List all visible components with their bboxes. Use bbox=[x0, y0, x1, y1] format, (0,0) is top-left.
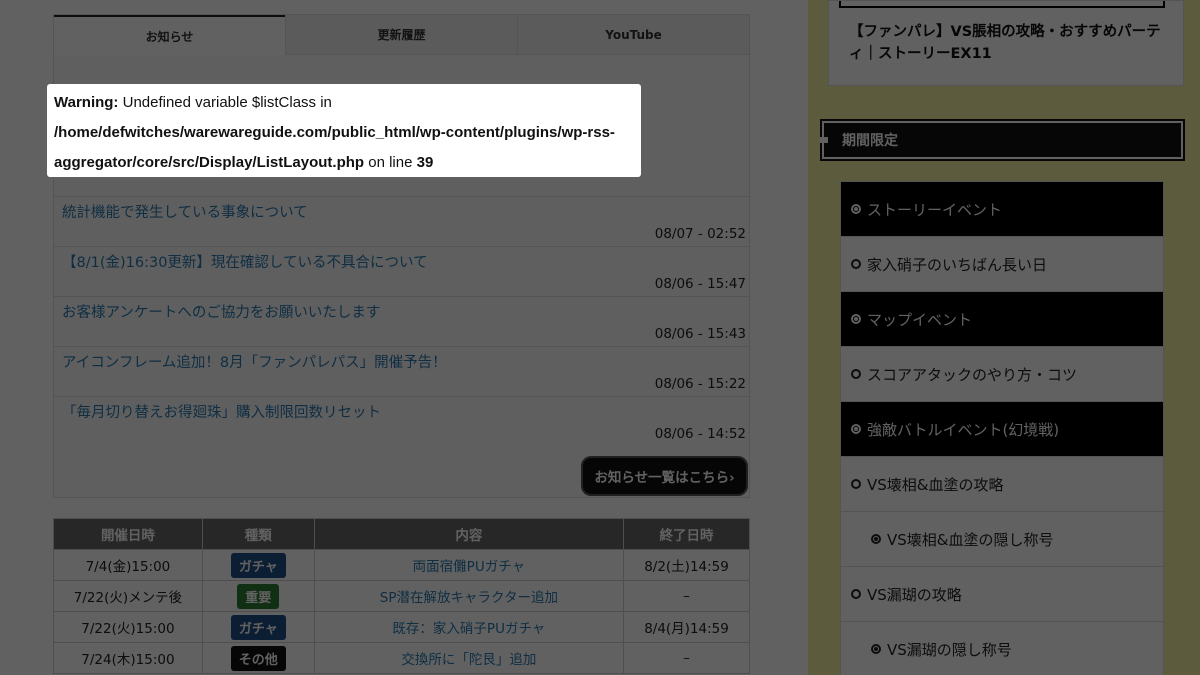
sidebar: 【ファンパレ】VS脹相の攻略・おすすめパーティ｜ストーリーEX11 期間限定 ス… bbox=[808, 0, 1200, 675]
event-type-cell: ガチャ bbox=[201, 549, 315, 581]
event-start: 7/4(金)15:00 bbox=[53, 549, 203, 581]
menu-label: VS壊相&血塗の隠し称号 bbox=[887, 530, 1054, 549]
news-title[interactable]: お客様アンケートへのご協力をお願いいたします bbox=[62, 301, 380, 322]
section-heading: 期間限定 bbox=[820, 119, 1185, 161]
menu-label: ストーリーイベント bbox=[867, 200, 1003, 219]
menu-label: 強敵バトルイベント(幻境戦) bbox=[867, 420, 1060, 439]
event-type-cell: ガチャ bbox=[201, 611, 315, 643]
event-end: – bbox=[623, 642, 750, 674]
menu-label: VS漏瑚の隠し称号 bbox=[887, 640, 1012, 659]
tab-bar: お知らせ 更新履歴 YouTube bbox=[54, 15, 749, 55]
event-type-cell: 重要 bbox=[201, 580, 315, 612]
php-warning-box: Warning: Undefined variable $listClass i… bbox=[47, 84, 641, 177]
tab-update-history[interactable]: 更新履歴 bbox=[285, 15, 517, 55]
warning-message: Undefined variable $listClass in bbox=[118, 94, 332, 111]
bullet-icon bbox=[851, 424, 861, 434]
circle-icon bbox=[851, 369, 861, 379]
event-start: 7/22(火)15:00 bbox=[53, 611, 203, 643]
event-end: 8/2(土)14:59 bbox=[623, 549, 750, 581]
article-thumbnail-frame bbox=[839, 1, 1165, 8]
event-type-cell: その他 bbox=[201, 642, 315, 674]
circle-icon bbox=[851, 259, 861, 269]
circle-icon bbox=[851, 589, 861, 599]
news-item[interactable]: 【8/1(金)16:30更新】現在確認している不具合について 08/06 - 1… bbox=[54, 246, 749, 296]
bullet-icon bbox=[851, 204, 861, 214]
menu-item[interactable]: VS壊相&血塗の攻略 bbox=[841, 457, 1163, 512]
event-content-link[interactable]: 両面宿儺PUガチャ bbox=[313, 549, 625, 581]
event-content-link[interactable]: SP潜在解放キャラクター追加 bbox=[313, 580, 625, 612]
table-header-row: 開催日時 種類 内容 終了日時 bbox=[53, 518, 750, 550]
news-date: 08/06 - 15:43 bbox=[654, 326, 746, 342]
menu-item[interactable]: VS漏瑚の攻略 bbox=[841, 567, 1163, 622]
menu-label: 家入硝子のいちばん長い日 bbox=[867, 255, 1048, 274]
table-row: 7/4(金)15:00 ガチャ 両面宿儺PUガチャ 8/2(土)14:59 bbox=[53, 549, 750, 581]
event-type-badge: その他 bbox=[230, 645, 286, 671]
event-type-badge: ガチャ bbox=[230, 614, 286, 640]
menu-label: マップイベント bbox=[867, 310, 973, 329]
menu-subitem[interactable]: VS壊相&血塗の隠し称号 bbox=[841, 512, 1163, 567]
target-icon bbox=[871, 644, 881, 654]
event-start: 7/22(火)メンテ後 bbox=[53, 580, 203, 612]
column-header: 内容 bbox=[313, 518, 625, 550]
event-table: 開催日時 種類 内容 終了日時 7/4(金)15:00 ガチャ 両面宿儺PUガチ… bbox=[53, 518, 750, 674]
news-more-button[interactable]: お知らせ一覧はこちら› bbox=[583, 458, 746, 494]
news-title[interactable]: 統計機能で発生している事象について bbox=[62, 201, 308, 222]
menu-label: VS壊相&血塗の攻略 bbox=[867, 475, 1004, 494]
limited-menu: ストーリーイベント 家入硝子のいちばん長い日 マップイベント スコアアタックのや… bbox=[840, 181, 1164, 675]
event-end: – bbox=[623, 580, 750, 612]
column-header: 開催日時 bbox=[53, 518, 203, 550]
news-item[interactable]: 統計機能で発生している事象について 08/07 - 02:52 bbox=[54, 196, 749, 246]
menu-label: VS漏瑚の攻略 bbox=[867, 585, 962, 604]
news-list: 統計機能で発生している事象について 08/07 - 02:52 【8/1(金)1… bbox=[54, 196, 749, 446]
warning-line-number: 39 bbox=[416, 154, 434, 171]
tab-youtube[interactable]: YouTube bbox=[517, 15, 749, 55]
menu-item[interactable]: スコアアタックのやり方・コツ bbox=[841, 347, 1163, 402]
heading-marker-icon bbox=[820, 137, 828, 143]
menu-category[interactable]: ストーリーイベント bbox=[841, 182, 1163, 237]
event-content-link[interactable]: 既存：家入硝子PUガチャ bbox=[313, 611, 625, 643]
event-start: 7/24(木)15:00 bbox=[53, 642, 203, 674]
menu-category[interactable]: 強敵バトルイベント(幻境戦) bbox=[841, 402, 1163, 457]
column-header: 種類 bbox=[201, 518, 315, 550]
menu-label: スコアアタックのやり方・コツ bbox=[867, 365, 1078, 384]
section-title: 期間限定 bbox=[842, 133, 898, 149]
menu-subitem[interactable]: VS漏瑚の隠し称号 bbox=[841, 622, 1163, 675]
news-date: 08/07 - 02:52 bbox=[654, 226, 746, 242]
news-title[interactable]: アイコンフレーム追加！8月「ファンパレパス」開催予告！ bbox=[62, 351, 447, 372]
table-row: 7/22(火)15:00 ガチャ 既存：家入硝子PUガチャ 8/4(月)14:5… bbox=[53, 611, 750, 643]
column-header: 終了日時 bbox=[623, 518, 750, 550]
warning-path: /home/defwitches/warewareguide.com/publi… bbox=[54, 124, 615, 171]
news-item[interactable]: お客様アンケートへのご協力をお願いいたします 08/06 - 15:43 bbox=[54, 296, 749, 346]
news-title[interactable]: 【8/1(金)16:30更新】現在確認している不具合について bbox=[62, 251, 428, 272]
bullet-icon bbox=[851, 314, 861, 324]
news-title[interactable]: 「毎月切り替えお得廻珠」購入制限回数リセット bbox=[62, 401, 381, 422]
event-type-badge: 重要 bbox=[237, 583, 280, 609]
warning-on-line: on line bbox=[364, 154, 417, 171]
target-icon bbox=[871, 534, 881, 544]
circle-icon bbox=[851, 479, 861, 489]
menu-category[interactable]: マップイベント bbox=[841, 292, 1163, 347]
sidebar-article-title[interactable]: 【ファンパレ】VS脹相の攻略・おすすめパーティ｜ストーリーEX11 bbox=[849, 21, 1169, 65]
menu-item[interactable]: 家入硝子のいちばん長い日 bbox=[841, 237, 1163, 292]
event-content-link[interactable]: 交換所に「陀艮」追加 bbox=[313, 642, 625, 674]
news-item[interactable]: アイコンフレーム追加！8月「ファンパレパス」開催予告！ 08/06 - 15:2… bbox=[54, 346, 749, 396]
sidebar-article-card[interactable]: 【ファンパレ】VS脹相の攻略・おすすめパーティ｜ストーリーEX11 bbox=[828, 0, 1184, 86]
tab-news[interactable]: お知らせ bbox=[54, 15, 285, 55]
event-end: 8/4(月)14:59 bbox=[623, 611, 750, 643]
news-date: 08/06 - 15:22 bbox=[654, 376, 746, 392]
news-date: 08/06 - 15:47 bbox=[654, 276, 746, 292]
table-row: 7/22(火)メンテ後 重要 SP潜在解放キャラクター追加 – bbox=[53, 580, 750, 612]
table-row: 7/24(木)15:00 その他 交換所に「陀艮」追加 – bbox=[53, 642, 750, 674]
news-date: 08/06 - 14:52 bbox=[654, 426, 746, 442]
event-type-badge: ガチャ bbox=[230, 552, 286, 578]
news-item[interactable]: 「毎月切り替えお得廻珠」購入制限回数リセット 08/06 - 14:52 bbox=[54, 396, 749, 446]
warning-label: Warning: bbox=[54, 94, 119, 111]
